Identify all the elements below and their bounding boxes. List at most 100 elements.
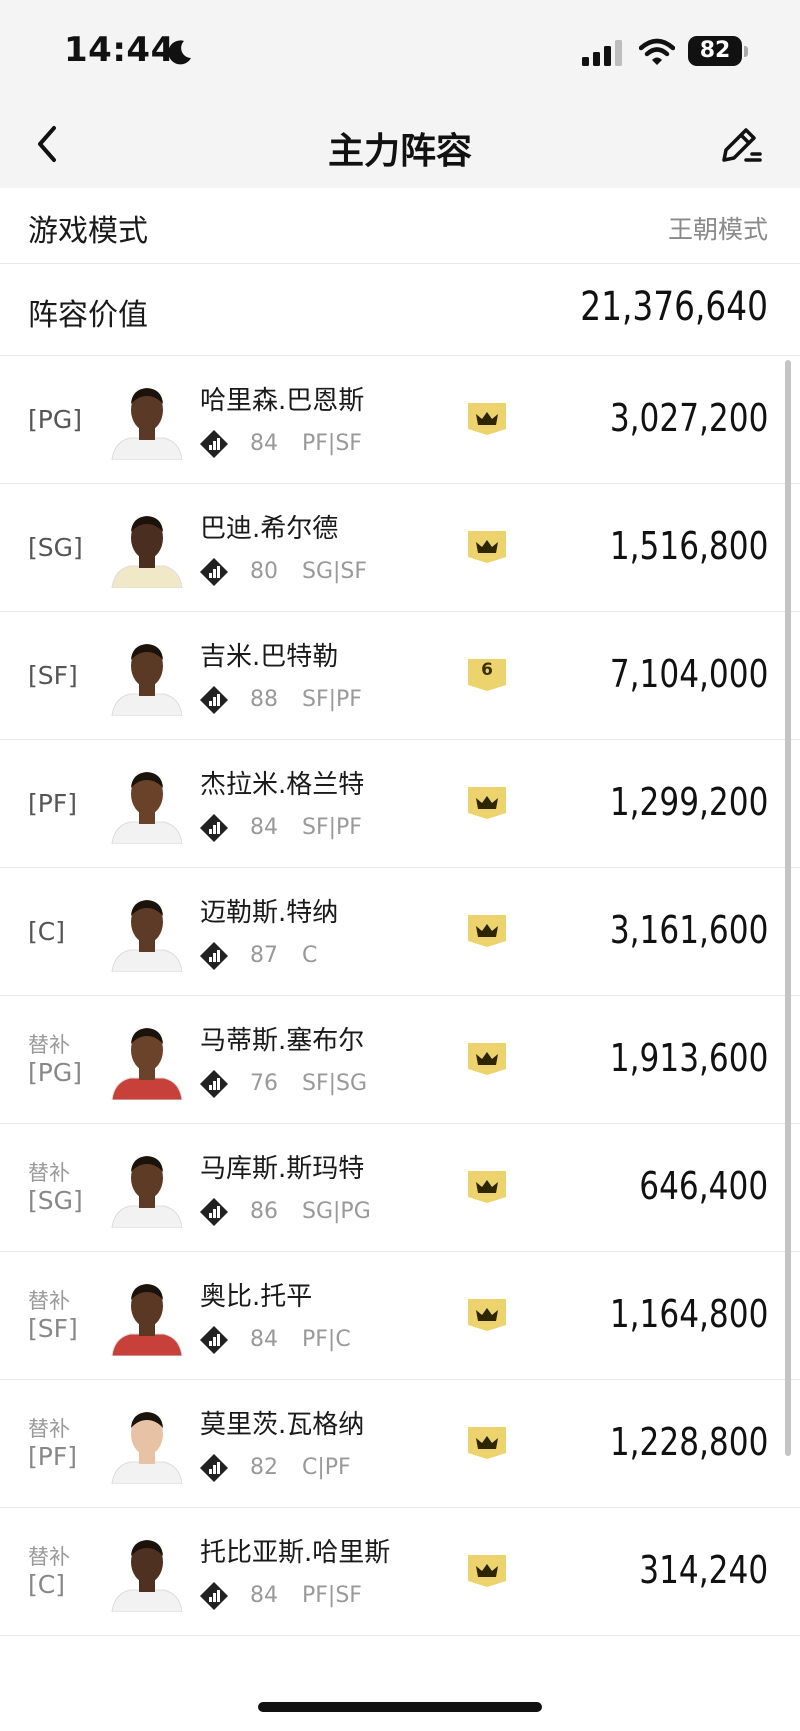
player-value: 3,027,200 — [609, 396, 768, 440]
crown-badge-icon — [468, 1427, 506, 1459]
player-value: 1,913,600 — [609, 1036, 768, 1080]
lineup-value-row: 阵容价值 21,376,640 — [0, 264, 800, 356]
position-slot: 替补 [SG] — [28, 1124, 108, 1251]
player-positions: SF|PF — [302, 687, 362, 712]
badge-number: 6 — [481, 660, 493, 680]
position-label: [PF] — [28, 788, 77, 818]
player-positions: SF|PF — [302, 815, 362, 840]
page-title: 主力阵容 — [327, 131, 472, 172]
rating-diamond-icon — [200, 1454, 228, 1482]
player-name: 马库斯.斯玛特 — [200, 1154, 365, 1184]
position-slot: 替补 [PG] — [28, 996, 108, 1123]
player-row[interactable]: 替补 [SG] 马库斯.斯玛特 86 SG|PG 646,400 — [0, 1124, 800, 1252]
player-avatar — [111, 1028, 183, 1100]
player-avatar — [111, 1156, 183, 1228]
player-value: 3,161,600 — [609, 908, 768, 952]
edit-pencil-icon[interactable] — [716, 120, 764, 168]
player-row[interactable]: 替补 [PG] 马蒂斯.塞布尔 76 SF|SG 1,913,600 — [0, 996, 800, 1124]
player-value: 1,516,800 — [609, 524, 768, 568]
player-avatar — [111, 772, 183, 844]
player-avatar — [111, 900, 183, 972]
game-mode-label: 游戏模式 — [28, 214, 148, 249]
crown-badge-icon — [468, 915, 506, 947]
position-slot: [PG] — [28, 356, 108, 483]
lineup-value-total: 21,376,640 — [580, 284, 768, 330]
player-rating: 76 — [250, 1071, 278, 1096]
player-positions: PF|SF — [302, 1583, 362, 1608]
position-slot: [PF] — [28, 740, 108, 867]
player-row[interactable]: 替补 [PF] 莫里茨.瓦格纳 82 C|PF 1,228,800 — [0, 1380, 800, 1508]
position-slot: 替补 [SF] — [28, 1252, 108, 1379]
position-slot: 替补 [C] — [28, 1508, 108, 1635]
position-label: [PF] — [28, 1441, 77, 1471]
home-indicator[interactable] — [258, 1702, 542, 1712]
player-rating: 87 — [250, 943, 278, 968]
position-label: [SG] — [28, 532, 83, 562]
player-name: 巴迪.希尔德 — [200, 514, 339, 544]
status-time: 14:44 — [64, 30, 175, 70]
crown-badge-icon — [468, 1043, 506, 1075]
player-avatar — [111, 644, 183, 716]
player-positions: C|PF — [302, 1455, 351, 1480]
position-label: [PG] — [28, 1057, 82, 1087]
crown-badge-icon — [468, 1171, 506, 1203]
player-name: 托比亚斯.哈里斯 — [200, 1538, 391, 1568]
player-name: 马蒂斯.塞布尔 — [200, 1026, 365, 1056]
crown-badge-icon — [468, 1555, 506, 1587]
player-row[interactable]: 替补 [SF] 奥比.托平 84 PF|C 1,164,800 — [0, 1252, 800, 1380]
player-row[interactable]: 替补 [C] 托比亚斯.哈里斯 84 PF|SF 314,240 — [0, 1508, 800, 1636]
player-name: 哈里森.巴恩斯 — [200, 386, 365, 416]
player-avatar — [111, 388, 183, 460]
rating-diamond-icon — [200, 1326, 228, 1354]
player-value: 7,104,000 — [609, 652, 768, 696]
scrollbar[interactable] — [785, 360, 791, 1456]
player-name: 奥比.托平 — [200, 1282, 313, 1312]
player-rating: 84 — [250, 815, 278, 840]
position-slot: [SF] — [28, 612, 108, 739]
crown-badge-icon — [468, 531, 506, 563]
rating-diamond-icon — [200, 942, 228, 970]
battery-level: 82 — [688, 36, 742, 66]
player-avatar — [111, 516, 183, 588]
rating-diamond-icon — [200, 1070, 228, 1098]
position-slot: [C] — [28, 868, 108, 995]
battery-tip — [744, 46, 748, 57]
player-positions: C — [302, 943, 318, 968]
player-value: 1,299,200 — [609, 780, 768, 824]
player-avatar — [111, 1540, 183, 1612]
player-rating: 80 — [250, 559, 278, 584]
player-row[interactable]: [SG] 巴迪.希尔德 80 SG|SF 1,516,800 — [0, 484, 800, 612]
player-row[interactable]: [PF] 杰拉米.格兰特 84 SF|PF 1,299,200 — [0, 740, 800, 868]
player-row[interactable]: [SF] 吉米.巴特勒 88 SF|PF 6 7,104,000 — [0, 612, 800, 740]
player-row[interactable]: [PG] 哈里森.巴恩斯 84 PF|SF 3,027,200 — [0, 356, 800, 484]
position-label: [C] — [28, 1569, 65, 1599]
player-rating: 88 — [250, 687, 278, 712]
player-name: 吉米.巴特勒 — [200, 642, 339, 672]
player-positions: SG|SF — [302, 559, 368, 584]
moon-icon — [168, 40, 191, 65]
position-label: [SF] — [28, 1313, 78, 1343]
crown-badge-icon — [468, 403, 506, 435]
position-slot: [SG] — [28, 484, 108, 611]
player-row[interactable]: [C] 迈勒斯.特纳 87 C 3,161,600 — [0, 868, 800, 996]
player-value: 646,400 — [639, 1164, 768, 1208]
rating-diamond-icon — [200, 430, 228, 458]
player-rating: 86 — [250, 1199, 278, 1224]
game-mode-row[interactable]: 游戏模式 王朝模式 — [0, 188, 800, 264]
lineup-value-label: 阵容价值 — [28, 298, 148, 333]
bench-label: 替补 — [28, 1288, 70, 1313]
position-label: [C] — [28, 916, 65, 946]
player-value: 1,164,800 — [609, 1292, 768, 1336]
player-positions: PF|SF — [302, 431, 362, 456]
player-avatar — [111, 1284, 183, 1356]
game-mode-value: 王朝模式 — [667, 215, 768, 244]
player-avatar — [111, 1412, 183, 1484]
crown-badge-icon — [468, 1299, 506, 1331]
position-label: [PG] — [28, 404, 82, 434]
position-slot: 替补 [PF] — [28, 1380, 108, 1507]
bench-label: 替补 — [28, 1032, 70, 1057]
rating-diamond-icon — [200, 686, 228, 714]
player-name: 莫里茨.瓦格纳 — [200, 1410, 365, 1440]
nav-bar: 主力阵容 — [0, 100, 800, 188]
player-positions: PF|C — [302, 1327, 351, 1352]
